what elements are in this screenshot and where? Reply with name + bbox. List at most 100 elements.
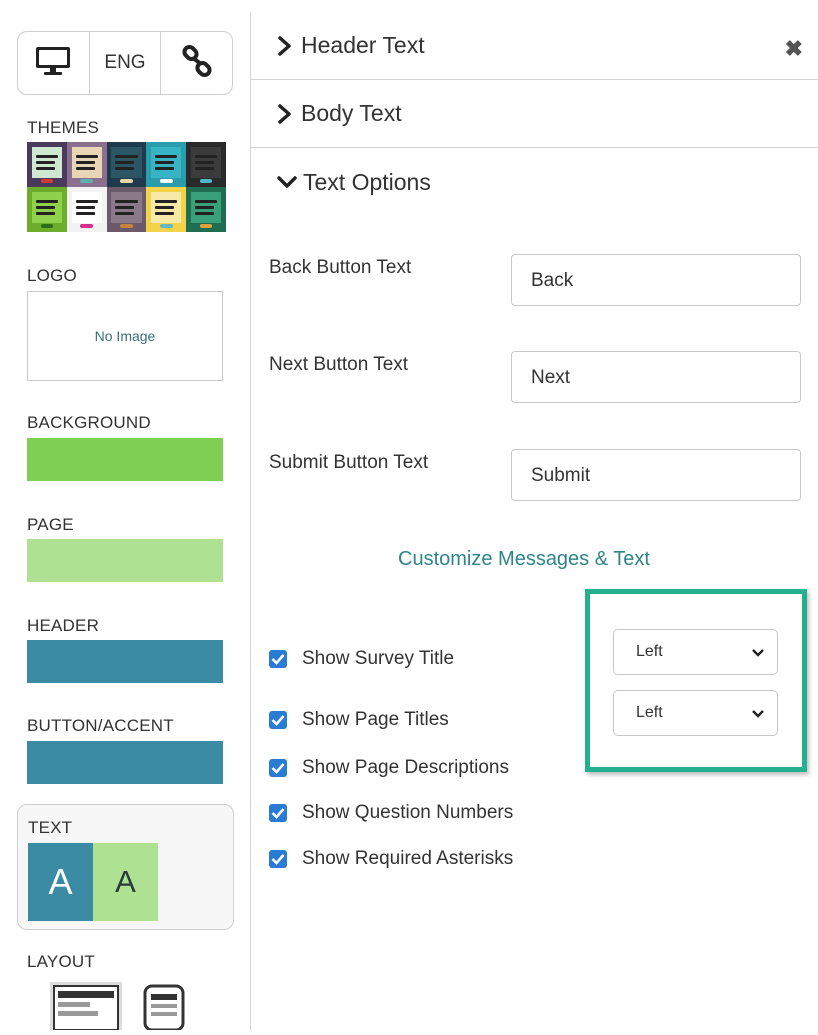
language-button[interactable]: ENG	[90, 32, 162, 94]
theme-accent	[159, 179, 173, 184]
theme-line	[155, 160, 175, 164]
theme-line	[194, 205, 215, 209]
theme-thumbnail[interactable]	[66, 187, 107, 232]
checkbox-checked[interactable]	[269, 804, 287, 822]
customize-messages-link[interactable]: Customize Messages & Text	[398, 548, 650, 571]
background-color-swatch[interactable]	[27, 438, 223, 481]
theme-line	[35, 160, 55, 164]
input-value: Back	[531, 270, 574, 291]
submit-button-text-label: Submit Button Text	[269, 452, 429, 473]
theme-thumbnail[interactable]	[106, 142, 147, 187]
header-label: HEADER	[27, 616, 100, 635]
theme-accent	[120, 224, 133, 229]
theme-line	[75, 167, 95, 171]
theme-line	[155, 167, 175, 171]
theme-line	[194, 199, 218, 203]
theme-thumbnail[interactable]	[146, 187, 187, 232]
theme-thumbnail[interactable]	[106, 187, 147, 232]
input-value: Submit	[531, 465, 591, 486]
show-question-numbers-option[interactable]: Show Question Numbers	[269, 802, 513, 824]
checkbox-checked[interactable]	[269, 759, 287, 777]
chevron-down-icon	[277, 172, 297, 192]
theme-line	[194, 212, 215, 216]
theme-thumbnail[interactable]	[186, 142, 226, 187]
next-button-text-input[interactable]: Next	[511, 351, 801, 403]
theme-line	[75, 212, 95, 216]
theme-line	[194, 160, 215, 164]
checkbox-label: Show Survey Title	[302, 648, 455, 669]
logo-upload-box[interactable]: No Image	[27, 291, 223, 381]
section-text-options[interactable]: Text Options	[251, 148, 818, 216]
chevron-right-icon	[277, 35, 293, 56]
checkbox-checked[interactable]	[269, 711, 287, 729]
header-color-swatch[interactable]	[27, 640, 223, 683]
theme-line	[35, 199, 59, 203]
text-sample-dark[interactable]: A	[28, 843, 93, 921]
logo-placeholder: No Image	[94, 328, 156, 344]
theme-thumbnail[interactable]	[66, 142, 107, 187]
chevron-down-icon	[751, 645, 765, 663]
link-icon	[179, 43, 215, 84]
checkbox-label: Show Required Asterisks	[302, 848, 514, 869]
desktop-preview-button[interactable]	[18, 32, 90, 94]
theme-line	[155, 205, 175, 209]
back-button-text-input[interactable]: Back	[511, 254, 801, 306]
theme-line	[194, 154, 218, 158]
share-link-button[interactable]	[161, 32, 232, 94]
select-value: Left	[636, 704, 663, 721]
theme-accent	[80, 224, 94, 229]
theme-thumbnail[interactable]	[186, 187, 226, 232]
show-page-descriptions-option[interactable]: Show Page Descriptions	[269, 757, 509, 779]
view-toggle-group: ENG	[17, 31, 233, 95]
section-title: Text Options	[303, 168, 431, 195]
checkbox-checked[interactable]	[269, 650, 287, 668]
themes-label: THEMES	[27, 118, 100, 137]
text-color-panel[interactable]: TEXT A A	[17, 804, 234, 930]
themes-grid	[27, 142, 226, 232]
text-sample-light[interactable]: A	[93, 843, 158, 921]
theme-line	[115, 160, 135, 164]
theme-line	[115, 167, 135, 171]
theme-line	[75, 154, 98, 158]
theme-line	[75, 199, 98, 203]
logo-label: LOGO	[27, 266, 77, 285]
checkbox-label: Show Page Titles	[302, 709, 449, 730]
show-survey-title-option[interactable]: Show Survey Title	[269, 648, 454, 670]
back-button-text-label: Back Button Text	[269, 257, 412, 278]
chevron-right-icon	[277, 103, 293, 124]
theme-line	[115, 212, 135, 216]
theme-line	[155, 154, 178, 158]
show-page-titles-option[interactable]: Show Page Titles	[269, 709, 449, 731]
theme-thumbnail[interactable]	[27, 187, 67, 232]
button-accent-color-swatch[interactable]	[27, 741, 223, 784]
submit-button-text-input[interactable]: Submit	[511, 449, 801, 501]
checkbox-checked[interactable]	[269, 850, 287, 868]
show-required-asterisks-option[interactable]: Show Required Asterisks	[269, 848, 513, 870]
section-header-text[interactable]: Header Text ✖	[251, 12, 818, 80]
theme-line	[35, 205, 55, 209]
theme-thumbnail[interactable]	[146, 142, 187, 187]
chevron-down-icon	[751, 706, 765, 724]
button-accent-label: BUTTON/ACCENT	[27, 716, 174, 735]
desktop-layout-icon[interactable]	[50, 982, 122, 1035]
theme-line	[35, 154, 59, 158]
section-body-text[interactable]: Body Text	[251, 80, 818, 148]
theme-line	[115, 205, 135, 209]
theme-line	[155, 199, 178, 203]
checkbox-label: Show Question Numbers	[302, 802, 514, 823]
checkbox-label: Show Page Descriptions	[302, 757, 509, 778]
theme-line	[35, 167, 55, 171]
survey-title-alignment-select[interactable]: Left	[613, 629, 778, 675]
theme-thumbnail[interactable]	[27, 142, 67, 187]
section-title: Header Text	[301, 32, 425, 58]
design-sidebar: ENG THEMES LOGO No Image BACKGROUND PAGE…	[0, 0, 250, 1032]
monitor-icon	[33, 45, 73, 82]
theme-accent	[80, 179, 94, 184]
page-color-swatch[interactable]	[27, 539, 223, 582]
page-titles-alignment-select[interactable]: Left	[613, 690, 778, 736]
mobile-layout-icon[interactable]	[143, 984, 185, 1035]
select-value: Left	[636, 643, 663, 660]
close-icon[interactable]: ✖	[785, 36, 803, 62]
theme-line	[194, 167, 215, 171]
theme-line	[75, 205, 95, 209]
